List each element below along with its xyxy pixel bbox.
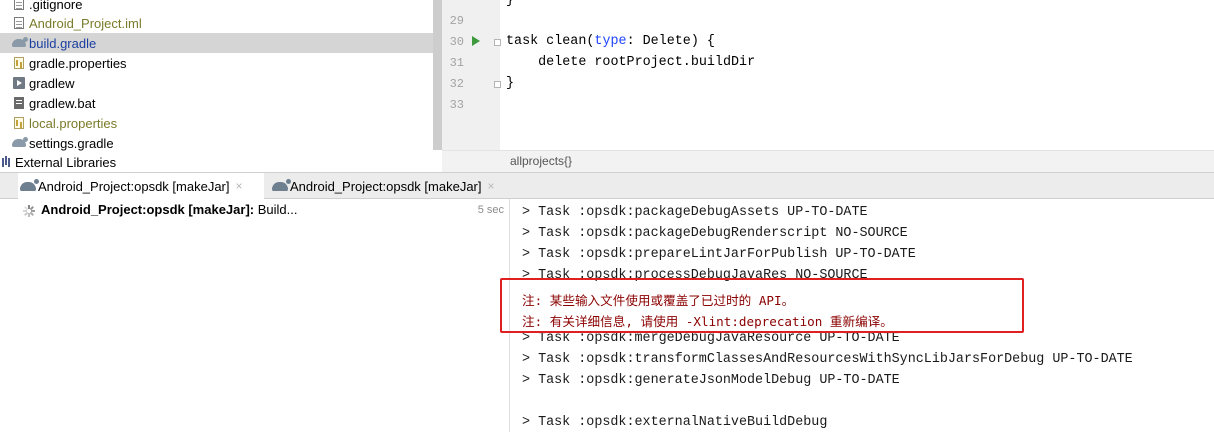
tree-item-label: local.properties (29, 115, 118, 131)
tree-item-gitignore[interactable]: .gitignore (0, 0, 442, 14)
project-tree-panel: .gitignore Android_Project.iml build.gra… (0, 0, 442, 172)
tab-label: Android_Project:opsdk [makeJar] (290, 178, 482, 194)
line-number: 30 (449, 35, 464, 49)
code-line: } (506, 76, 515, 91)
tab-label: Android_Project:opsdk [makeJar] (38, 178, 230, 194)
gradle-elephant-icon (12, 36, 28, 50)
file-icon (12, 16, 26, 30)
console-line: > Task :opsdk:prepareLintJarForPublish U… (522, 247, 916, 262)
editor-gutter: 29 30 31 32 33 (442, 0, 501, 150)
build-tree-row[interactable]: Android_Project:opsdk [makeJar]: Build..… (0, 200, 509, 220)
console-line: > Task :opsdk:transformClassesAndResourc… (522, 352, 1133, 367)
code-line: task clean(type: Delete) { (506, 34, 715, 49)
tree-item-build-gradle[interactable]: build.gradle (0, 33, 434, 53)
build-status: Build... (254, 202, 298, 217)
gradle-elephant-icon (272, 179, 291, 191)
tree-item-label: build.gradle (29, 35, 97, 51)
build-task-name: Android_Project:opsdk [makeJar]: (41, 202, 255, 217)
run-gutter-icon[interactable] (472, 36, 480, 46)
fold-marker-icon[interactable] (494, 39, 501, 46)
tree-item-label: gradlew.bat (29, 95, 96, 111)
gradle-elephant-icon (20, 179, 39, 191)
line-number: 31 (449, 56, 464, 70)
fold-marker-icon[interactable] (494, 81, 501, 88)
close-icon[interactable]: × (487, 179, 494, 193)
gradle-elephant-icon (12, 136, 28, 150)
console-line: > Task :opsdk:generateJsonModelDebug UP-… (522, 373, 900, 388)
breadcrumb-bar: allprojects{} (442, 150, 1214, 172)
build-task-label: Android_Project:opsdk [makeJar]: Build..… (41, 202, 297, 217)
tree-item-label: Android_Project.iml (29, 15, 142, 31)
tree-item-external-libraries[interactable]: External Libraries (0, 152, 442, 172)
bat-file-icon (12, 96, 26, 110)
libraries-icon (2, 155, 12, 169)
close-icon[interactable]: × (235, 179, 242, 193)
tree-item-local-properties[interactable]: local.properties (0, 113, 442, 133)
tree-item-settings-gradle[interactable]: settings.gradle (0, 133, 442, 153)
warning-highlight-box (500, 278, 1024, 333)
tab-build-makejar-2[interactable]: Android_Project:opsdk [makeJar] × (270, 173, 510, 199)
executable-file-icon (12, 76, 26, 90)
tree-item-gradlew-bat[interactable]: gradlew.bat (0, 93, 442, 113)
tree-scrollbar[interactable] (433, 0, 442, 150)
line-number: 33 (449, 98, 464, 112)
build-tree-panel: Android_Project:opsdk [makeJar]: Build..… (0, 199, 509, 432)
line-number: 32 (449, 77, 464, 91)
file-icon (12, 0, 26, 11)
build-tabs-bar: Android_Project:opsdk [makeJar] × Androi… (0, 172, 1214, 199)
line-number: 29 (449, 14, 464, 28)
tree-item-label: External Libraries (15, 154, 117, 170)
console-line: > Task :opsdk:externalNativeBuildDebug (522, 415, 828, 430)
code-editor[interactable]: 29 30 31 32 33 } task clean(type: Delete… (442, 0, 1214, 150)
build-elapsed-time: 5 sec (477, 204, 504, 216)
console-line: > Task :opsdk:packageDebugAssets UP-TO-D… (522, 205, 868, 220)
breadcrumb[interactable]: allprojects{} (510, 154, 572, 168)
tree-item-label: gradlew (29, 75, 75, 91)
tree-item-label: .gitignore (29, 0, 83, 12)
tree-item-gradlew[interactable]: gradlew (0, 73, 442, 93)
code-line: } (506, 0, 515, 8)
tree-item-gradle-properties[interactable]: gradle.properties (0, 53, 442, 73)
tab-build-makejar-1[interactable]: Android_Project:opsdk [makeJar] × (18, 173, 264, 199)
tree-item-label: settings.gradle (29, 135, 114, 151)
param-name: type (594, 34, 627, 49)
loading-spinner-icon (23, 205, 35, 217)
code-line: delete rootProject.buildDir (506, 55, 756, 70)
tree-item-label: gradle.properties (29, 55, 127, 71)
properties-file-icon (12, 116, 26, 130)
tree-item-android-project-iml[interactable]: Android_Project.iml (0, 13, 442, 33)
properties-file-icon (12, 56, 26, 70)
console-line: > Task :opsdk:packageDebugRenderscript N… (522, 226, 908, 241)
console-line: > Task :opsdk:mergeDebugJavaResource UP-… (522, 331, 900, 346)
